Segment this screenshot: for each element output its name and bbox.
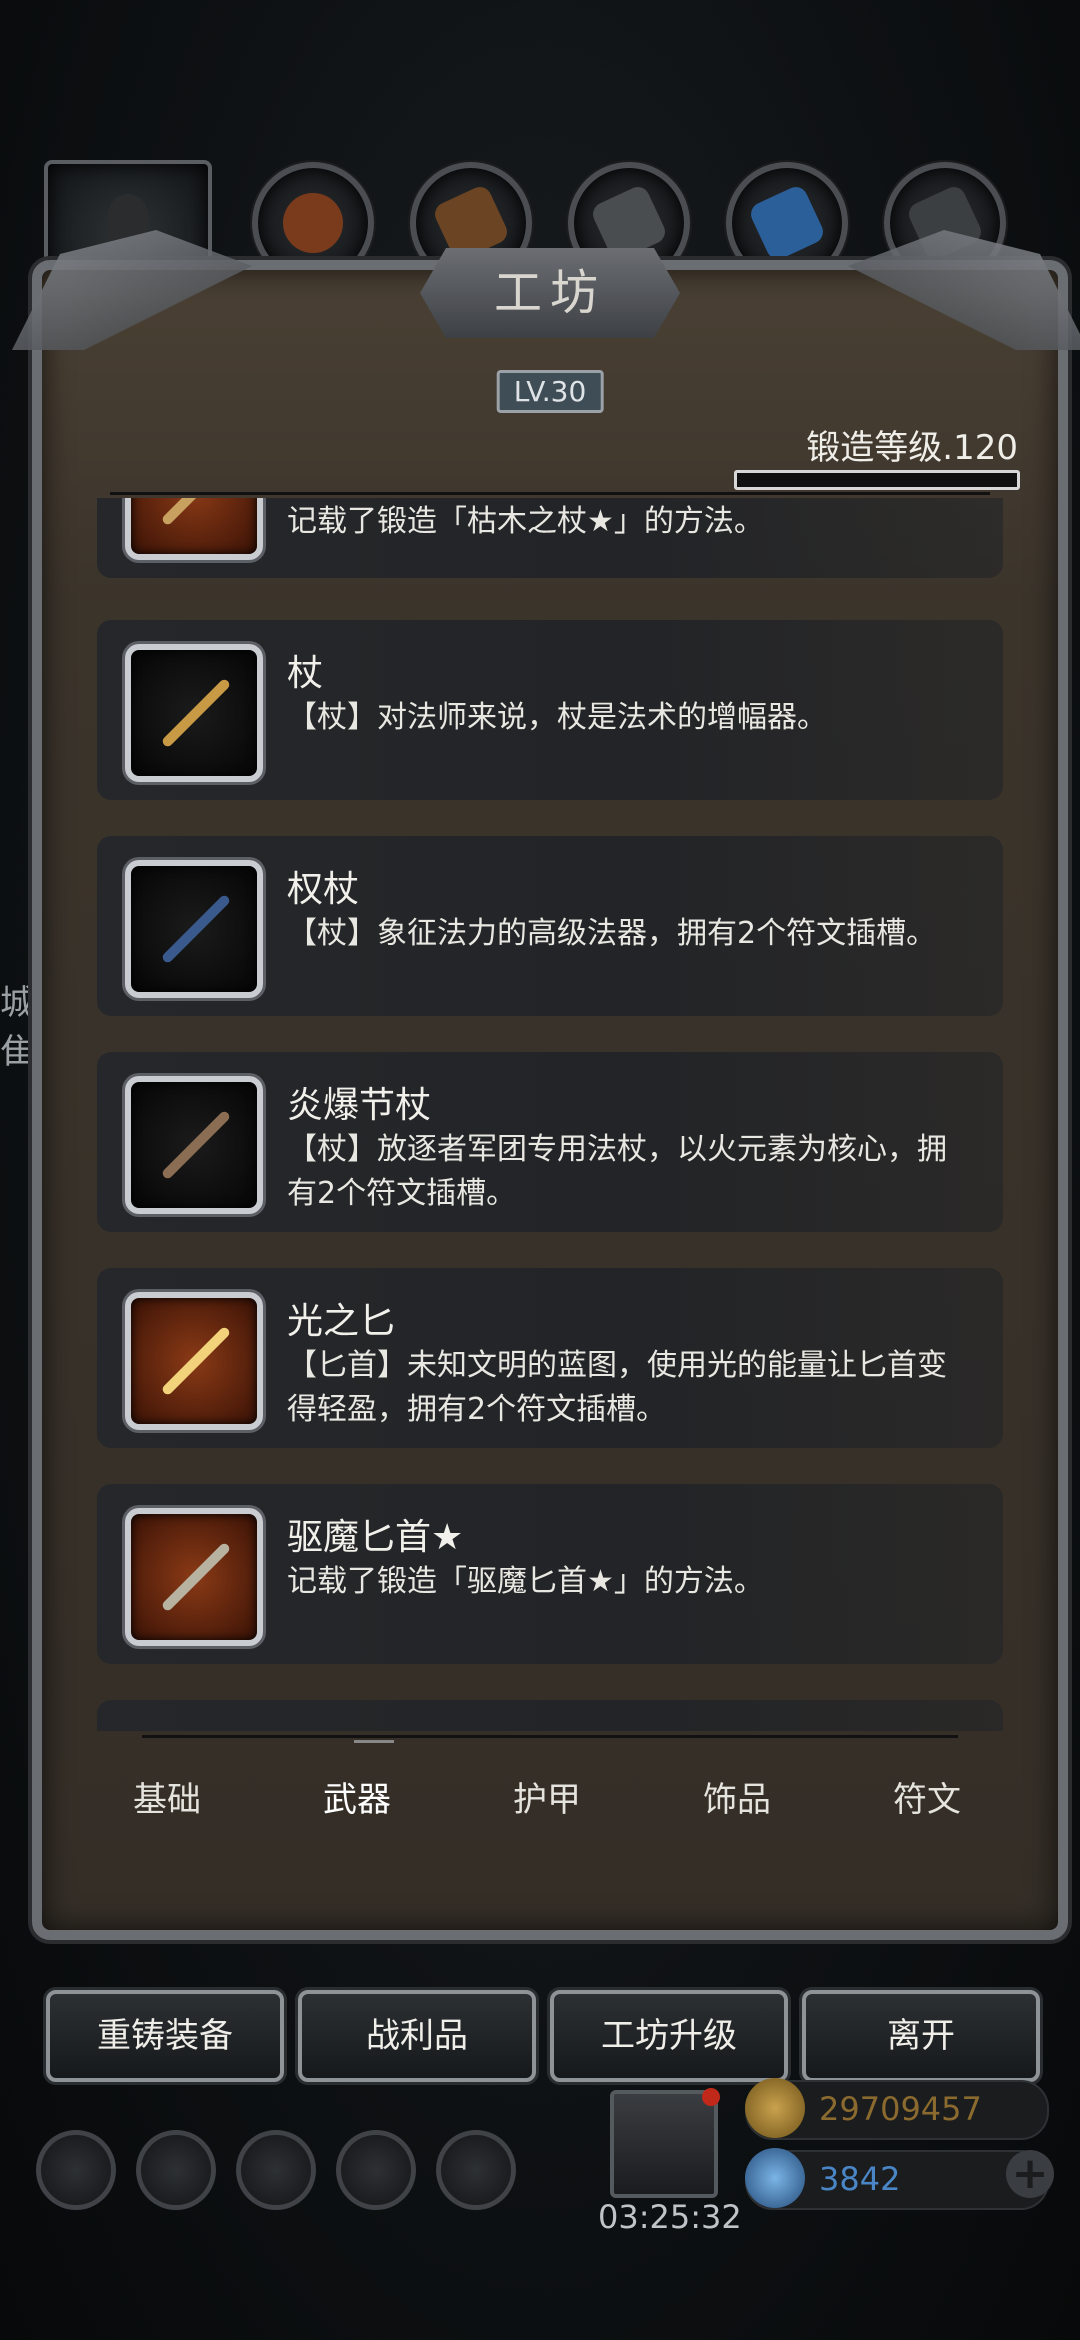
- item-description: 记载了锻造「驱魔匕首★」的方法。: [287, 1564, 764, 1599]
- tab-accessory[interactable]: 饰品: [642, 1760, 832, 1840]
- scepter-icon: [125, 860, 263, 998]
- gem-amount: 3842: [819, 2160, 901, 2198]
- item-description: 【杖】对法师来说，杖是法术的增幅器。: [287, 700, 827, 735]
- star-badge-icon[interactable]: [136, 2130, 216, 2210]
- treasure-chest-icon[interactable]: [610, 2088, 720, 2198]
- exorcism-dagger-icon: [125, 1508, 263, 1646]
- gem-counter: 3842: [745, 2148, 1049, 2210]
- gold-counter: 29709457: [745, 2078, 1049, 2140]
- bottom-dock: 03:25:32 29709457 3842 +: [0, 2078, 1080, 2310]
- title-plate: 工坊: [420, 248, 680, 338]
- gold-coin-icon: [745, 2078, 805, 2138]
- tab-armor[interactable]: 护甲: [452, 1760, 642, 1840]
- tab-weapon[interactable]: 武器: [262, 1760, 452, 1840]
- item-description: 【匕首】未知文明的蓝图，使用光的能量让匕首变得轻盈，拥有2个符文插槽。: [287, 1348, 947, 1427]
- item-name: 光之匕: [287, 1301, 396, 1342]
- notification-dot: [702, 2088, 720, 2106]
- list-item-partial[interactable]: [97, 1700, 1003, 1731]
- item-name: 杖: [287, 653, 324, 694]
- workshop-panel: 工坊 LV.30 锻造等级.120 记载了锻造「枯木之杖★」的方法。 杖 【杖】…: [12, 230, 1068, 1940]
- divider: [142, 1735, 958, 1738]
- item-name: 驱魔匕首★: [287, 1517, 464, 1558]
- page-title: 工坊: [493, 265, 606, 321]
- list-item[interactable]: 炎爆节杖 【杖】放逐者军团专用法杖，以火元素为核心，拥有2个符文插槽。: [97, 1052, 1003, 1232]
- countdown-timer: 03:25:32: [598, 2198, 742, 2236]
- mail-icon[interactable]: [336, 2130, 416, 2210]
- tab-rune[interactable]: 符文: [832, 1760, 1022, 1840]
- tab-basic[interactable]: 基础: [72, 1760, 262, 1840]
- workshop-upgrade-button[interactable]: 工坊升级: [550, 1990, 788, 2082]
- loot-button[interactable]: 战利品: [298, 1990, 536, 2082]
- add-currency-plus-icon[interactable]: +: [1006, 2150, 1054, 2198]
- recast-equipment-button[interactable]: 重铸装备: [46, 1990, 284, 2082]
- leave-button[interactable]: 离开: [802, 1990, 1040, 2082]
- divider: [110, 492, 990, 495]
- list-item[interactable]: 驱魔匕首★ 记载了锻造「驱魔匕首★」的方法。: [97, 1484, 1003, 1664]
- staff-icon: [125, 644, 263, 782]
- settings-gear-icon[interactable]: [36, 2130, 116, 2210]
- list-item[interactable]: 记载了锻造「枯木之杖★」的方法。: [97, 498, 1003, 578]
- scroll-icon[interactable]: [236, 2130, 316, 2210]
- shield-icon[interactable]: [436, 2130, 516, 2210]
- item-description: 记载了锻造「枯木之杖★」的方法。: [287, 504, 764, 539]
- gold-amount: 29709457: [819, 2090, 982, 2128]
- category-tabs: 基础 武器 护甲 饰品 符文: [72, 1760, 1022, 1840]
- list-item[interactable]: 权杖 【杖】象征法力的高级法器，拥有2个符文插槽。: [97, 836, 1003, 1016]
- gem-icon: [745, 2148, 805, 2208]
- forge-level-label: 锻造等级.120: [806, 428, 1018, 468]
- recipe-list[interactable]: 记载了锻造「枯木之杖★」的方法。 杖 【杖】对法师来说，杖是法术的增幅器。 权杖…: [97, 498, 1003, 1731]
- action-button-row: 重铸装备 战利品 工坊升级 离开: [0, 1990, 1080, 2082]
- item-description: 【杖】放逐者军团专用法杖，以火元素为核心，拥有2个符文插槽。: [287, 1132, 947, 1211]
- item-name: 炎爆节杖: [287, 1085, 432, 1126]
- item-description: 【杖】象征法力的高级法器，拥有2个符文插槽。: [287, 916, 937, 951]
- item-name: 权杖: [287, 869, 360, 910]
- forge-progress-bar: [734, 470, 1020, 490]
- list-item[interactable]: 光之匕 【匕首】未知文明的蓝图，使用光的能量让匕首变得轻盈，拥有2个符文插槽。: [97, 1268, 1003, 1448]
- dry-wood-staff-icon: [125, 498, 263, 560]
- list-item[interactable]: 杖 【杖】对法师来说，杖是法术的增幅器。: [97, 620, 1003, 800]
- workshop-level-badge: LV.30: [496, 370, 604, 413]
- light-dagger-icon: [125, 1292, 263, 1430]
- flame-scepter-icon: [125, 1076, 263, 1214]
